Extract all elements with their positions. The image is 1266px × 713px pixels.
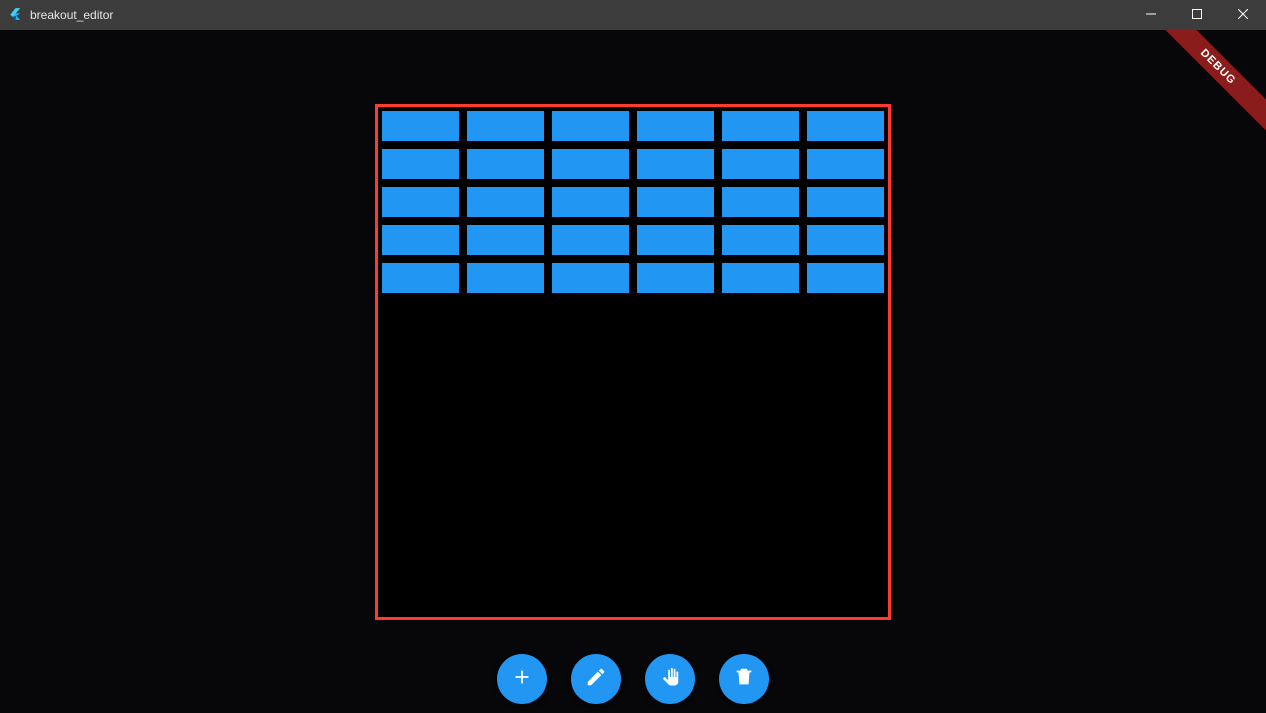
brick[interactable] — [382, 187, 459, 217]
brick[interactable] — [722, 111, 799, 141]
pan-button[interactable] — [645, 654, 695, 704]
delete-button[interactable] — [719, 654, 769, 704]
brick[interactable] — [637, 149, 714, 179]
brick-grid — [378, 107, 888, 297]
add-button[interactable] — [497, 654, 547, 704]
brick[interactable] — [467, 187, 544, 217]
brick[interactable] — [552, 187, 629, 217]
brick[interactable] — [807, 111, 884, 141]
brick[interactable] — [382, 111, 459, 141]
brick[interactable] — [552, 225, 629, 255]
brick[interactable] — [722, 263, 799, 293]
brick[interactable] — [807, 263, 884, 293]
brick[interactable] — [552, 263, 629, 293]
maximize-icon — [1192, 8, 1202, 22]
debug-banner-label: DEBUG — [1140, 30, 1266, 145]
brick[interactable] — [637, 225, 714, 255]
brick[interactable] — [807, 187, 884, 217]
brick[interactable] — [807, 149, 884, 179]
brick[interactable] — [722, 187, 799, 217]
minimize-icon — [1146, 8, 1156, 22]
brick-row — [378, 259, 888, 297]
brick[interactable] — [722, 225, 799, 255]
brick-row — [378, 107, 888, 145]
close-button[interactable] — [1220, 0, 1266, 30]
client-area: DEBUG — [0, 30, 1266, 713]
tool-bar — [0, 651, 1266, 707]
titlebar-left: breakout_editor — [0, 7, 113, 24]
brick[interactable] — [467, 263, 544, 293]
brick-row — [378, 221, 888, 259]
plus-icon — [511, 666, 533, 693]
trash-icon — [733, 666, 755, 693]
brick[interactable] — [552, 149, 629, 179]
minimize-button[interactable] — [1128, 0, 1174, 30]
app-window: breakout_editor DEBUG — [0, 0, 1266, 713]
brick[interactable] — [637, 111, 714, 141]
brick[interactable] — [382, 225, 459, 255]
maximize-button[interactable] — [1174, 0, 1220, 30]
brick[interactable] — [552, 111, 629, 141]
brick[interactable] — [467, 111, 544, 141]
brick[interactable] — [382, 263, 459, 293]
brick[interactable] — [467, 149, 544, 179]
brick[interactable] — [722, 149, 799, 179]
flutter-icon — [8, 7, 22, 24]
brick-row — [378, 145, 888, 183]
close-icon — [1238, 8, 1248, 22]
window-controls — [1128, 0, 1266, 30]
window-title: breakout_editor — [30, 8, 113, 22]
brick[interactable] — [637, 263, 714, 293]
debug-banner: DEBUG — [1126, 30, 1266, 170]
hand-icon — [659, 666, 681, 693]
brick[interactable] — [807, 225, 884, 255]
brick[interactable] — [637, 187, 714, 217]
pencil-icon — [585, 666, 607, 693]
brick-row — [378, 183, 888, 221]
edit-button[interactable] — [571, 654, 621, 704]
titlebar: breakout_editor — [0, 0, 1266, 30]
level-canvas[interactable] — [375, 104, 891, 620]
brick[interactable] — [382, 149, 459, 179]
brick[interactable] — [467, 225, 544, 255]
